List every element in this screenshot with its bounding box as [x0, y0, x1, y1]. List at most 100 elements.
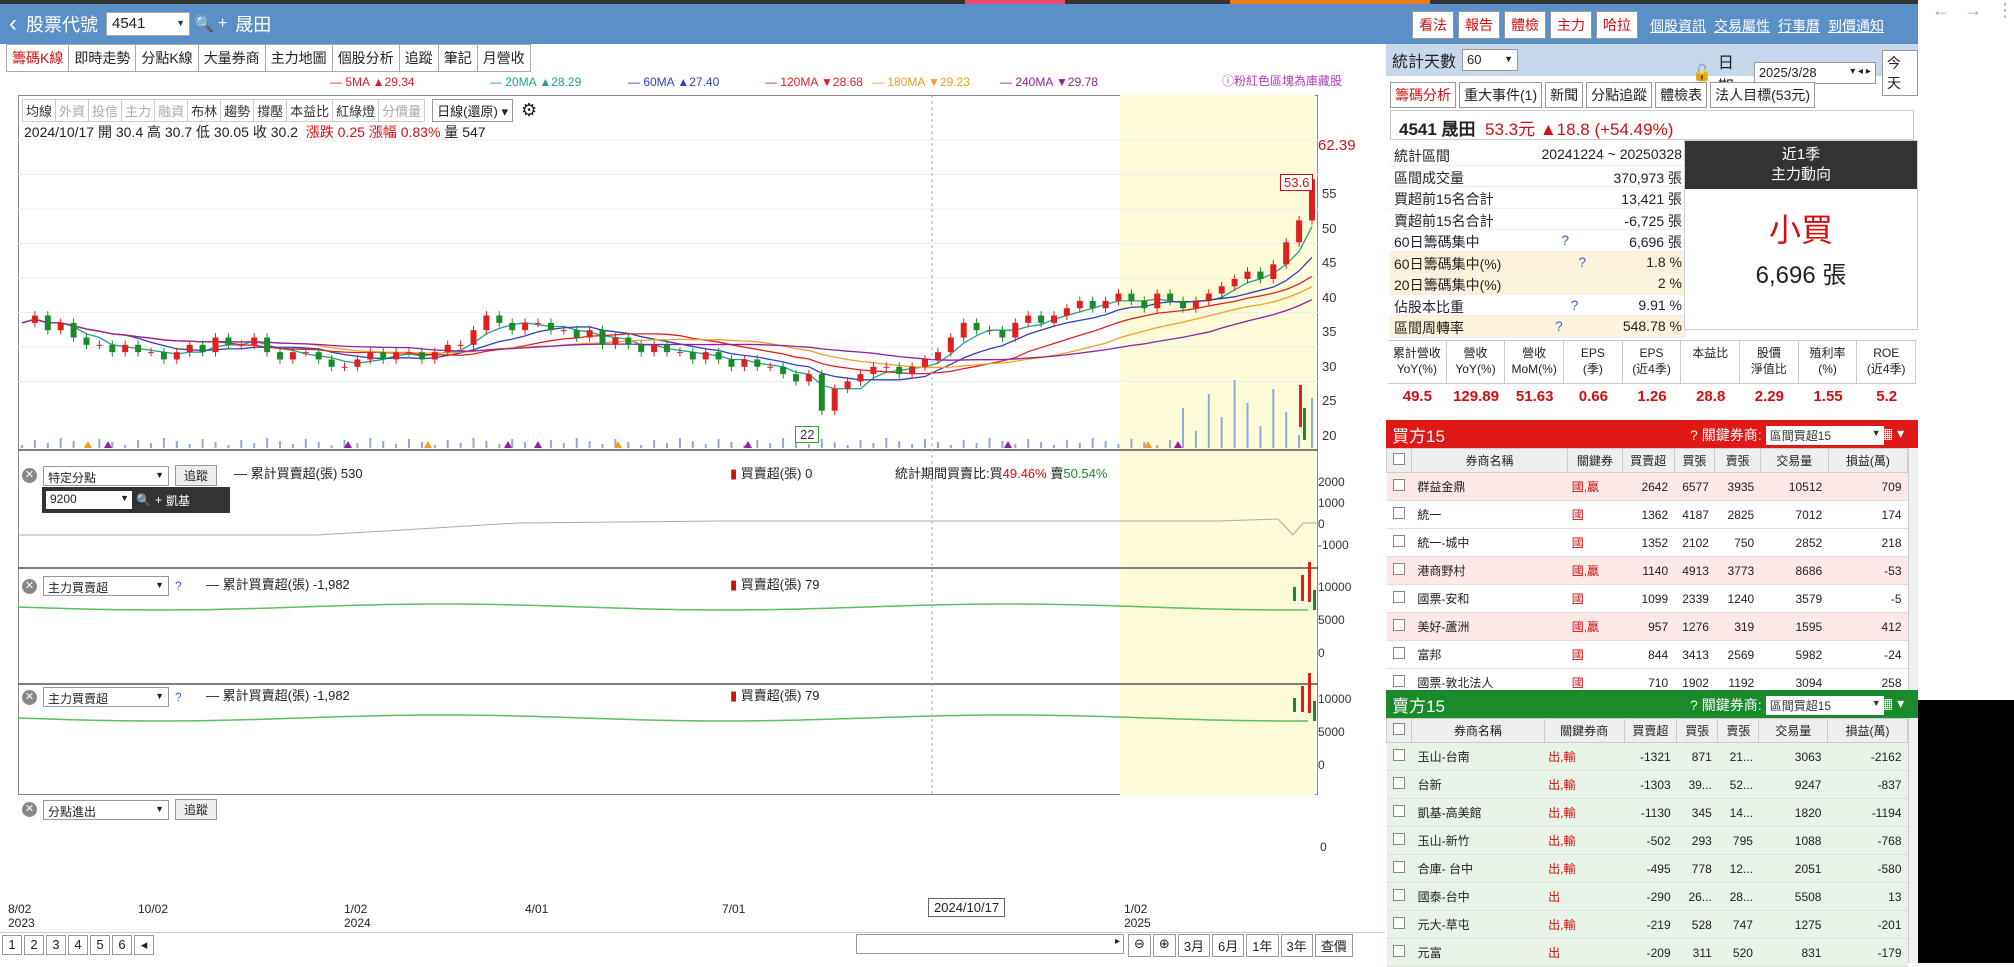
grid-icon[interactable]: ▦ ▾ — [1880, 425, 1904, 442]
checkbox[interactable] — [1393, 723, 1406, 735]
row-checkbox[interactable] — [1386, 640, 1412, 669]
tool-1[interactable]: 外資 — [55, 99, 90, 122]
table-row[interactable]: 元富出 -209 311 520 831 -179 — [1386, 938, 1908, 967]
gear-icon[interactable]: ⚙ — [521, 100, 537, 121]
page-6[interactable]: 6 — [112, 934, 132, 955]
header-button-4[interactable]: 哈拉 — [1596, 11, 1638, 39]
table-row[interactable]: 富邦國 844 3413 2569 5982 -24 — [1386, 640, 1908, 669]
tab-0[interactable]: 籌碼K線 — [6, 44, 70, 72]
lock-icon[interactable]: 🔓 — [1692, 63, 1712, 83]
zoom-4[interactable]: 查價 — [1314, 934, 1353, 957]
panel2-select[interactable]: 主力買賣超 ▼ — [43, 576, 169, 596]
buy-key-broker-select[interactable]: 區間買超15 ▼ — [1765, 425, 1884, 445]
tab-7[interactable]: 筆記 — [437, 44, 478, 72]
row-checkbox[interactable] — [1386, 556, 1412, 585]
broker-name[interactable]: 台新 — [1411, 770, 1545, 799]
page-3[interactable]: 3 — [46, 934, 66, 955]
rp-tab-2[interactable]: 新聞 — [1545, 82, 1584, 108]
back-arrow-icon[interactable]: ‹ — [0, 10, 26, 38]
row-checkbox[interactable] — [1386, 472, 1412, 501]
checkbox[interactable] — [1392, 479, 1405, 491]
table-row[interactable]: 國票-安和國 1099 2339 1240 3579 -5 — [1386, 584, 1908, 613]
checkbox[interactable] — [1392, 619, 1405, 631]
page-2[interactable]: 2 — [24, 934, 44, 955]
checkbox[interactable] — [1393, 889, 1406, 901]
help-icon[interactable]: ? — [1561, 232, 1569, 249]
checkbox[interactable] — [1393, 805, 1406, 817]
tab-2[interactable]: 分點K線 — [135, 44, 199, 72]
tool-9[interactable]: 紅綠燈 — [332, 99, 380, 122]
zoom-1[interactable]: 6月 — [1212, 934, 1245, 957]
tab-1[interactable]: 即時走勢 — [68, 44, 137, 72]
help-icon[interactable]: ? — [1571, 297, 1579, 314]
broker-name[interactable]: 玉山-台南 — [1411, 742, 1545, 771]
broker-name[interactable]: 玉山-新竹 — [1411, 826, 1545, 855]
table-row[interactable]: 玉山-台南 出,輸 -1321 871 21... 3063 -2162 — [1386, 742, 1908, 771]
panel4-track-button[interactable]: 追蹤 — [175, 799, 218, 820]
buy-table-scrollbar[interactable] — [1908, 448, 1918, 690]
tool-6[interactable]: 趨勢 — [220, 99, 255, 122]
checkbox[interactable] — [1392, 563, 1405, 575]
tab-5[interactable]: 個股分析 — [331, 44, 400, 72]
zoom-in-icon[interactable]: ⊕ — [1152, 934, 1176, 957]
header-button-3[interactable]: 主力 — [1550, 11, 1592, 39]
row-checkbox[interactable] — [1386, 938, 1412, 967]
broker-name[interactable]: 元富 — [1411, 938, 1545, 967]
checkbox[interactable] — [1392, 535, 1405, 547]
table-row[interactable]: 台新 出,輸 -1303 39... 52... 9247 -837 — [1386, 770, 1908, 799]
checkbox[interactable] — [1392, 453, 1405, 465]
today-button[interactable]: 今天 — [1881, 50, 1918, 96]
broker-name[interactable]: 群益金鼎 — [1411, 472, 1568, 501]
more-icon[interactable]: ⋮ — [1996, 0, 2014, 21]
broker-name[interactable]: 港商野村 — [1411, 556, 1568, 585]
checkbox[interactable] — [1393, 917, 1406, 929]
checkbox[interactable] — [1392, 591, 1405, 603]
header-button-1[interactable]: 報告 — [1458, 11, 1500, 39]
forward-icon[interactable]: → — [1964, 0, 1982, 21]
tab-4[interactable]: 主力地圖 — [264, 44, 333, 72]
header-link-0[interactable]: 個股資訊 — [1650, 16, 1706, 36]
row-checkbox[interactable] — [1386, 882, 1412, 911]
tool-4[interactable]: 融資 — [154, 99, 189, 122]
broker-name[interactable]: 國票-安和 — [1411, 584, 1568, 613]
zoom-3[interactable]: 3年 — [1280, 934, 1313, 957]
page-prev-icon[interactable]: ◂ — [134, 934, 154, 955]
table-row[interactable]: 元大-草屯 出,輸 -219 528 747 1275 -201 — [1386, 910, 1908, 939]
search-icon[interactable]: 🔍 — [194, 14, 214, 34]
row-checkbox[interactable] — [1386, 612, 1412, 641]
close-icon[interactable]: ✕ — [22, 802, 37, 817]
tool-2[interactable]: 投信 — [88, 99, 123, 122]
help-icon[interactable]: ? — [1690, 697, 1698, 713]
tool-8[interactable]: 本益比 — [286, 99, 334, 122]
broker-name[interactable]: 凱基-高美館 — [1411, 798, 1545, 827]
panel1-track-button[interactable]: 追蹤 — [175, 465, 218, 486]
checkbox[interactable] — [1393, 749, 1406, 761]
sell-key-broker-select[interactable]: 區間買超15 ▼ — [1765, 695, 1884, 715]
row-checkbox[interactable] — [1386, 584, 1412, 613]
broker-name[interactable]: 元大-草屯 — [1411, 910, 1545, 939]
rp-tab-0[interactable]: 籌碼分析 — [1390, 82, 1456, 108]
help-icon[interactable]: ? — [1555, 318, 1563, 335]
rp-tab-1[interactable]: 重大事件(1) — [1459, 82, 1543, 108]
table-row[interactable]: 凱基-高美館 出,輸 -1130 345 14... 1820 -1194 — [1386, 798, 1908, 827]
checkbox[interactable] — [1393, 861, 1406, 873]
chart-scrollbar[interactable]: ▸ — [856, 934, 1124, 954]
select-all-checkbox[interactable] — [1386, 448, 1412, 473]
row-checkbox[interactable] — [1386, 910, 1412, 939]
chevron-down-icon[interactable]: ▼ — [176, 18, 185, 28]
header-link-3[interactable]: 到價通知 — [1828, 16, 1884, 36]
help-icon[interactable]: ? — [1578, 254, 1586, 271]
tab-6[interactable]: 追蹤 — [398, 44, 439, 72]
checkbox[interactable] — [1392, 675, 1405, 687]
checkbox[interactable] — [1393, 777, 1406, 789]
rp-tab-4[interactable]: 體檢表 — [1655, 82, 1708, 108]
header-button-2[interactable]: 體檢 — [1504, 11, 1546, 39]
date-select[interactable]: 2025/3/28 ▾ ◂ ▸ — [1753, 62, 1876, 84]
broker-name[interactable]: 國泰-台中 — [1411, 882, 1545, 911]
zoom-2[interactable]: 1年 — [1246, 934, 1279, 957]
row-checkbox[interactable] — [1386, 854, 1412, 883]
page-5[interactable]: 5 — [90, 934, 110, 955]
row-checkbox[interactable] — [1386, 798, 1412, 827]
tool-0[interactable]: 均線 — [22, 99, 57, 122]
stock-code-input[interactable]: 4541 ▼ — [106, 12, 190, 36]
